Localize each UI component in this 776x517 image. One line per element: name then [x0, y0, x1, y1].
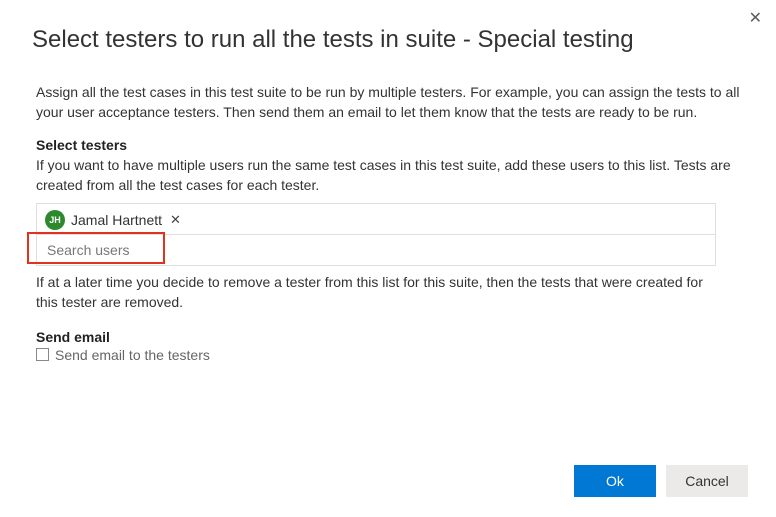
- dialog-title: Select testers to run all the tests in s…: [0, 0, 776, 70]
- search-users-input[interactable]: [37, 235, 715, 265]
- dialog-content: Assign all the test cases in this test s…: [0, 70, 776, 363]
- send-email-row: Send email to the testers: [36, 347, 740, 363]
- selected-testers-row: JH Jamal Hartnett ✕: [37, 204, 715, 234]
- tester-name: Jamal Hartnett: [71, 212, 162, 228]
- select-testers-heading: Select testers: [36, 137, 740, 153]
- removal-note: If at a later time you decide to remove …: [36, 272, 726, 313]
- ok-button[interactable]: Ok: [574, 465, 656, 497]
- remove-tester-icon[interactable]: ✕: [170, 212, 181, 228]
- send-email-label: Send email to the testers: [55, 347, 210, 363]
- search-row: [37, 234, 715, 265]
- cancel-button[interactable]: Cancel: [666, 465, 748, 497]
- select-testers-subtext: If you want to have multiple users run t…: [36, 155, 740, 196]
- assign-testers-dialog: ✕ Select testers to run all the tests in…: [0, 0, 776, 517]
- avatar: JH: [45, 210, 65, 230]
- send-email-heading: Send email: [36, 329, 740, 345]
- testers-picker: JH Jamal Hartnett ✕: [36, 203, 716, 266]
- dialog-footer: Ok Cancel: [574, 465, 748, 497]
- tester-chip[interactable]: JH Jamal Hartnett ✕: [45, 210, 181, 230]
- close-icon[interactable]: ✕: [749, 8, 762, 28]
- send-email-checkbox[interactable]: [36, 348, 49, 361]
- dialog-description: Assign all the test cases in this test s…: [36, 82, 740, 123]
